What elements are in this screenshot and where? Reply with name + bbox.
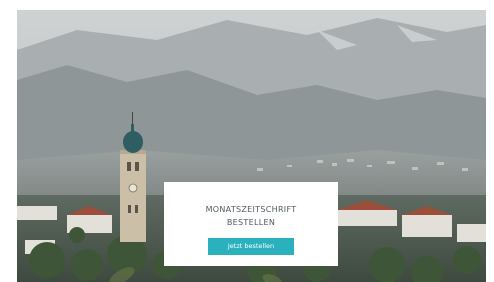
card-title-line2: BESTELLEN xyxy=(226,218,276,227)
card-title-line1: MONATSZEITSCHRIFT xyxy=(205,205,297,214)
subscription-card: MONATSZEITSCHRIFT BESTELLEN Jetzt bestel… xyxy=(164,182,338,266)
order-now-button[interactable]: Jetzt bestellen xyxy=(208,238,294,255)
